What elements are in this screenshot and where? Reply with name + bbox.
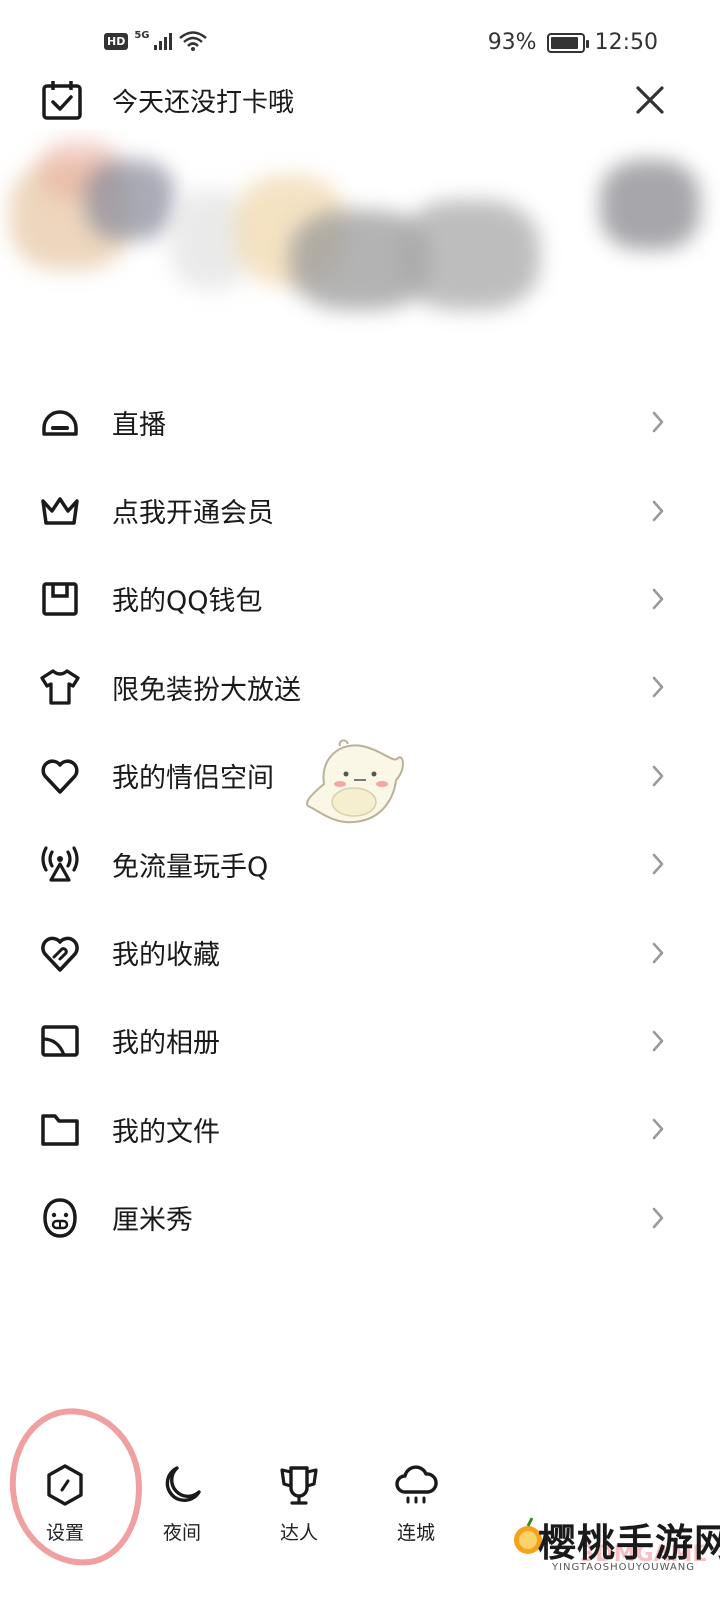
status-right: 93% 12:50 xyxy=(488,30,658,55)
menu-item-label: 直播 xyxy=(112,409,166,441)
wallet-icon xyxy=(42,582,78,616)
menu-item-vip[interactable]: 点我开通会员 xyxy=(0,466,720,554)
profile-banner-blurred xyxy=(0,130,720,360)
menu-item-label: 我的相册 xyxy=(112,1028,220,1060)
menu-item-cmshow[interactable]: 厘米秀 xyxy=(0,1174,720,1262)
status-left: HD 5G xyxy=(104,30,208,52)
chevron-right-icon xyxy=(652,1119,664,1140)
menu-item-label: 我的情侣空间 xyxy=(112,763,274,795)
menu-item-free-data[interactable]: 免流量玩手Q xyxy=(0,820,720,908)
chevron-right-icon xyxy=(652,853,664,875)
tab-liancheng[interactable]: 连城 xyxy=(371,1462,461,1545)
menu-item-label: 我的收藏 xyxy=(112,940,220,972)
close-icon xyxy=(636,86,664,114)
tab-expert[interactable]: 达人 xyxy=(254,1462,344,1545)
heart-icon xyxy=(41,759,79,794)
tab-label: 连城 xyxy=(396,1522,435,1544)
signal-tower-icon xyxy=(41,846,79,882)
watermark-subtitle: YINGTAOSHOUYOUWANG xyxy=(552,1562,696,1573)
watermark: 3DMGAME 樱桃手游网 YINGTAOSHOUYOUWANG xyxy=(506,1512,720,1592)
menu-item-label: 限免装扮大放送 xyxy=(112,674,301,706)
live-icon xyxy=(42,410,78,436)
menu-item-label: 免流量玩手Q xyxy=(112,851,269,883)
menu-item-label: 我的QQ钱包 xyxy=(112,586,263,618)
chevron-right-icon xyxy=(652,677,664,698)
menu-item-label: 我的文件 xyxy=(112,1116,220,1148)
settings-icon xyxy=(47,1464,83,1506)
cloud-icon xyxy=(395,1465,438,1504)
chevron-right-icon xyxy=(652,500,664,521)
tab-night-mode[interactable]: 夜间 xyxy=(137,1462,227,1545)
header: 今天还没打卡哦 xyxy=(0,72,720,128)
menu-item-live[interactable]: 直播 xyxy=(0,378,720,466)
chevron-right-icon xyxy=(652,1030,664,1052)
hd-badge: HD xyxy=(104,32,129,50)
crown-icon xyxy=(41,496,79,525)
chevron-right-icon xyxy=(652,411,664,433)
folder-icon xyxy=(41,1114,79,1147)
watermark-title: 樱桃手游网 xyxy=(538,1521,720,1565)
battery-percent: 93% xyxy=(487,30,537,55)
tab-label: 达人 xyxy=(279,1522,318,1544)
chevron-right-icon xyxy=(652,1207,664,1229)
clock: 12:50 xyxy=(594,30,658,55)
tab-label: 设置 xyxy=(45,1522,84,1544)
close-button[interactable] xyxy=(628,78,672,122)
chevron-right-icon xyxy=(652,942,664,963)
network-type: 5G xyxy=(134,29,150,41)
calendar-check-icon[interactable] xyxy=(40,78,84,122)
tshirt-icon xyxy=(40,669,80,706)
album-icon xyxy=(41,1025,79,1057)
menu-item-label: 点我开通会员 xyxy=(112,498,274,530)
mascot-sticker xyxy=(306,739,404,824)
menu-item-label: 厘米秀 xyxy=(112,1205,193,1237)
menu-item-wallet[interactable]: 我的QQ钱包 xyxy=(0,555,720,643)
moon-icon xyxy=(165,1466,201,1502)
tab-label: 夜间 xyxy=(162,1522,201,1544)
battery-fill xyxy=(550,36,579,49)
menu-item-album[interactable]: 我的相册 xyxy=(0,997,720,1085)
cell-signal-icon xyxy=(153,32,172,50)
tab-settings[interactable]: 设置 xyxy=(20,1462,110,1545)
menu-item-files[interactable]: 我的文件 xyxy=(0,1085,720,1173)
wifi-icon xyxy=(178,31,207,51)
battery-icon xyxy=(546,32,589,53)
chevron-right-icon xyxy=(652,765,664,787)
trophy-icon xyxy=(280,1466,318,1505)
checkin-prompt[interactable]: 今天还没打卡哦 xyxy=(112,82,294,119)
menu-item-favorites[interactable]: 我的收藏 xyxy=(0,908,720,996)
cmshow-face-icon xyxy=(43,1197,77,1238)
chevron-right-icon xyxy=(652,588,664,610)
menu-item-outfit[interactable]: 限免装扮大放送 xyxy=(0,643,720,731)
favorite-icon xyxy=(41,936,79,972)
